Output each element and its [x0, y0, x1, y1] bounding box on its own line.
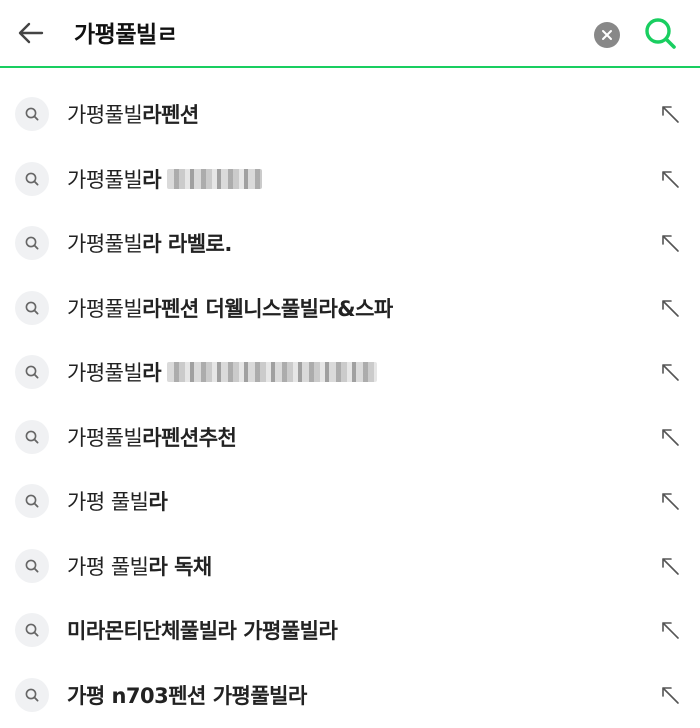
suggestion-completion: 라 [142, 167, 162, 192]
suggestion-prefix: 가평풀빌 [67, 232, 143, 257]
search-button[interactable] [640, 15, 680, 55]
suggestion-text: 가평풀빌 라 라벨로. [67, 228, 232, 258]
fill-query-arrow-icon[interactable] [656, 358, 684, 386]
suggestion-list: 가평풀빌 라펜션 가평풀빌 라 가평풀빌 라 라벨로. 가평풀빌 라펜션 더웰니스풀빌라&스파… [0, 68, 700, 727]
suggestion-completion: 라펜션추천 [142, 425, 237, 450]
suggestion-prefix: 가평풀빌 [67, 361, 143, 386]
fill-query-arrow-icon[interactable] [656, 165, 684, 193]
suggestion-completion: 라펜션 더웰니스풀빌라&스파 [142, 296, 393, 321]
search-icon [15, 613, 49, 648]
suggestion-prefix: 가평 풀빌 [67, 554, 149, 579]
suggestion-text: 가평풀빌 라펜션추천 [67, 422, 237, 452]
search-icon [15, 355, 49, 390]
suggestion-item[interactable]: 가평풀빌 라 [0, 340, 700, 405]
masked-text [167, 362, 378, 383]
suggestion-prefix: 가평풀빌 [67, 103, 143, 128]
search-icon [15, 548, 49, 583]
suggestion-item[interactable]: 가평풀빌 라 [0, 147, 700, 212]
suggestion-item[interactable]: 가평풀빌 라펜션 [0, 82, 700, 147]
suggestion-text: 가평 풀빌 라 독채 [67, 551, 212, 581]
suggestion-text: 가평 풀빌 라 [67, 486, 168, 516]
suggestion-item[interactable]: 가평 n703펜션 가평풀빌라 [0, 663, 700, 728]
fill-query-arrow-icon[interactable] [656, 229, 684, 257]
suggestion-item[interactable]: 가평 풀빌 라 [0, 469, 700, 534]
clear-button[interactable] [594, 22, 620, 48]
suggestion-text: 가평풀빌 라 [67, 164, 263, 194]
clear-icon [601, 26, 613, 45]
fill-query-arrow-icon[interactable] [656, 423, 684, 451]
suggestion-completion: 가평풀빌라 [236, 619, 338, 644]
arrow-left-icon [17, 19, 45, 51]
fill-query-arrow-icon[interactable] [656, 100, 684, 128]
suggestion-text: 미라몬티단체풀빌라 가평풀빌라 [67, 615, 338, 645]
fill-query-arrow-icon[interactable] [656, 681, 684, 709]
suggestion-completion: 라 [142, 361, 162, 386]
suggestion-completion: 라 [148, 490, 168, 515]
suggestion-bold: 미라몬티단체풀빌라 [67, 619, 237, 644]
suggestion-completion: 가평풀빌라 [205, 683, 308, 708]
search-icon [15, 419, 49, 454]
suggestion-bold: 가평 n703펜션 [67, 683, 206, 708]
suggestion-prefix: 가평풀빌 [67, 296, 143, 321]
fill-query-arrow-icon[interactable] [656, 552, 684, 580]
suggestion-item[interactable]: 가평 풀빌 라 독채 [0, 534, 700, 599]
back-button[interactable] [14, 18, 48, 52]
search-icon [15, 161, 49, 196]
search-icon [15, 484, 49, 519]
search-icon [642, 15, 678, 55]
suggestion-prefix: 가평풀빌 [67, 167, 143, 192]
suggestion-text: 가평풀빌 라펜션 [67, 99, 199, 129]
fill-query-arrow-icon[interactable] [656, 616, 684, 644]
search-icon [15, 677, 49, 712]
suggestion-prefix: 가평 풀빌 [67, 490, 149, 515]
search-icon [15, 290, 49, 325]
suggestion-completion: 라 독채 [148, 554, 212, 579]
suggestion-prefix: 가평풀빌 [67, 425, 143, 450]
search-bar: 가평풀빌ㄹ [0, 0, 700, 68]
suggestion-text: 가평풀빌 라 [67, 357, 378, 387]
suggestion-item[interactable]: 가평풀빌 라 라벨로. [0, 211, 700, 276]
suggestion-text: 가평풀빌 라펜션 더웰니스풀빌라&스파 [67, 293, 393, 323]
suggestion-completion: 라펜션 [142, 103, 199, 128]
suggestion-text: 가평 n703펜션 가평풀빌라 [67, 680, 307, 710]
search-input[interactable]: 가평풀빌ㄹ [74, 15, 178, 49]
suggestion-item[interactable]: 미라몬티단체풀빌라 가평풀빌라 [0, 598, 700, 663]
search-icon [15, 97, 49, 132]
fill-query-arrow-icon[interactable] [656, 487, 684, 515]
search-icon [15, 226, 49, 261]
suggestion-item[interactable]: 가평풀빌 라펜션 더웰니스풀빌라&스파 [0, 276, 700, 341]
fill-query-arrow-icon[interactable] [656, 294, 684, 322]
suggestion-completion: 라 라벨로. [142, 232, 232, 257]
masked-text [167, 168, 263, 189]
suggestion-item[interactable]: 가평풀빌 라펜션추천 [0, 405, 700, 470]
